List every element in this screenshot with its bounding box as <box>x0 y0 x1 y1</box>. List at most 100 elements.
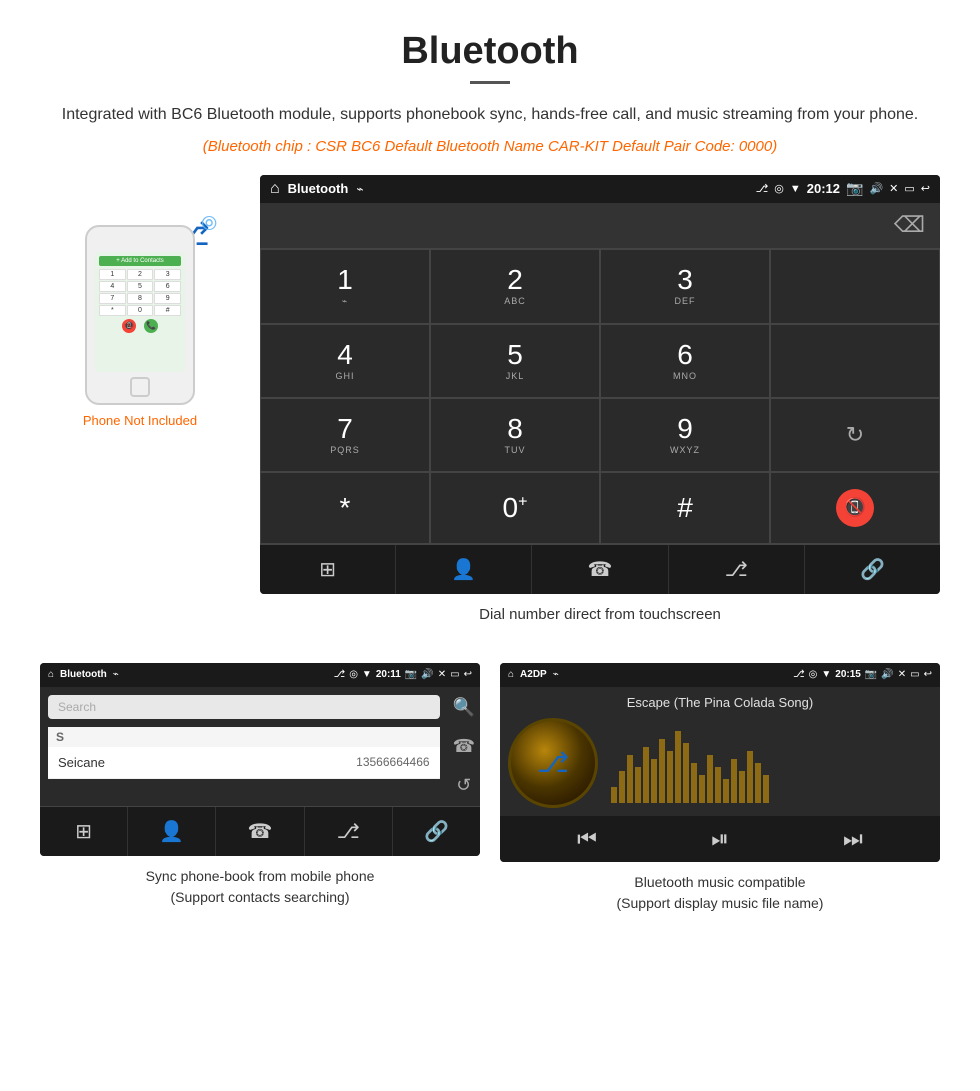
pk-2: 2 <box>127 269 154 280</box>
dial-key-rotate: ↻ <box>770 398 940 472</box>
phone-not-included-label: Phone Not Included <box>40 413 240 428</box>
music-controls: ⏮ ⏯ ⏭ <box>500 816 940 862</box>
phone-screen-header: + Add to Contacts <box>99 256 181 266</box>
dial-letters-6: MNO <box>673 371 697 381</box>
music-cam-icon: 📷 <box>865 669 877 680</box>
music-visualizer <box>606 718 932 808</box>
dial-key-7[interactable]: 7 PQRS <box>260 398 430 472</box>
contacts-nav-link[interactable]: 🔗 <box>393 807 480 856</box>
dial-letters-4: GHI <box>335 371 354 381</box>
contacts-home-icon[interactable]: ⌂ <box>48 669 54 680</box>
viz-bar-3 <box>627 755 633 803</box>
status-left: ⌂ Bluetooth ⌁ <box>270 180 364 198</box>
music-caption: Bluetooth music compatible (Support disp… <box>500 862 940 914</box>
contacts-caption-line1: Sync phone-book from mobile phone <box>146 868 375 884</box>
contact-row[interactable]: Seicane 13566664466 <box>48 747 440 779</box>
music-x-icon: ✕ <box>898 669 906 680</box>
music-usb-icon: ⌁ <box>553 669 559 680</box>
viz-bar-14 <box>715 767 721 803</box>
music-home-icon[interactable]: ⌂ <box>508 669 514 680</box>
dial-num-hash: # <box>677 494 693 522</box>
dial-key-8[interactable]: 8 TUV <box>430 398 600 472</box>
dial-key-3[interactable]: 3 DEF <box>600 249 770 324</box>
next-track-btn[interactable]: ⏭ <box>843 826 863 852</box>
phone-illustration: ⎇ ⦾ + Add to Contacts 1 2 3 4 5 6 7 <box>75 205 205 405</box>
dial-key-9[interactable]: 9 WXYZ <box>600 398 770 472</box>
pk-6: 6 <box>154 281 181 292</box>
contacts-status-left: ⌂ Bluetooth ⌁ <box>48 669 119 680</box>
prev-track-btn[interactable]: ⏮ <box>577 826 597 852</box>
contacts-min-icon: ▭ <box>450 669 459 680</box>
dialpad-grid: 1 ⌁ 2 ABC 3 DEF 4 GHI 5 <box>260 248 940 544</box>
dial-key-5[interactable]: 5 JKL <box>430 324 600 398</box>
pk-0: 0 <box>127 305 154 316</box>
dial-key-0[interactable]: 0+ <box>430 472 600 544</box>
back-icon[interactable]: ↩ <box>921 182 930 195</box>
search-side-icon[interactable]: 🔍 <box>453 697 475 718</box>
backspace-icon[interactable]: ⌫ <box>894 212 925 238</box>
dial-key-hash[interactable]: # <box>600 472 770 544</box>
viz-bar-4 <box>635 767 641 803</box>
viz-bar-7 <box>659 739 665 803</box>
dial-key-1[interactable]: 1 ⌁ <box>260 249 430 324</box>
dialpad-screen: ⌂ Bluetooth ⌁ ⎇ ◎ ▼ 20:12 📷 🔊 ✕ ▭ ↩ <box>260 175 940 643</box>
music-bt-icon: ⎇ <box>793 669 805 680</box>
dial-num-4: 4 <box>337 341 353 369</box>
contacts-signal-icon: ▼ <box>362 669 372 680</box>
music-status-right: ⎇ ◎ ▼ 20:15 📷 🔊 ✕ ▭ ↩ <box>793 669 932 680</box>
contacts-nav-phone[interactable]: ☎ <box>216 807 304 856</box>
minimize-icon: ▭ <box>904 182 914 195</box>
music-time: 20:15 <box>835 669 861 680</box>
dial-key-2[interactable]: 2 ABC <box>430 249 600 324</box>
contacts-nav-bt[interactable]: ⎇ <box>305 807 393 856</box>
dial-letters-7: PQRS <box>330 445 360 455</box>
dial-num-star: * <box>340 494 351 522</box>
contacts-back-icon[interactable]: ↩ <box>464 669 472 680</box>
contacts-main-area: Search S Seicane 13566664466 🔍 ☎ ↺ <box>40 687 480 806</box>
dial-num-9: 9 <box>677 415 693 443</box>
dial-key-4[interactable]: 4 GHI <box>260 324 430 398</box>
usb-icon: ⌁ <box>356 182 363 196</box>
home-icon[interactable]: ⌂ <box>270 180 280 198</box>
music-status-left: ⌂ A2DP ⌁ <box>508 669 559 680</box>
phone-side-icon[interactable]: ☎ <box>453 736 475 757</box>
android-dialpad: ⌂ Bluetooth ⌁ ⎇ ◎ ▼ 20:12 📷 🔊 ✕ ▭ ↩ <box>260 175 940 594</box>
viz-bar-11 <box>691 763 697 803</box>
contacts-status-bar: ⌂ Bluetooth ⌁ ⎇ ◎ ▼ 20:11 📷 🔊 ✕ ▭ ↩ <box>40 663 480 687</box>
music-min-icon: ▭ <box>910 669 919 680</box>
phone-keypad: 1 2 3 4 5 6 7 8 9 * 0 # <box>99 269 181 316</box>
contacts-bt-icon: ⎇ <box>334 669 346 680</box>
music-screen-title: A2DP <box>520 669 547 680</box>
dial-key-star[interactable]: * <box>260 472 430 544</box>
play-pause-btn[interactable]: ⏯ <box>711 826 729 852</box>
dial-key-hangup[interactable]: 📵 <box>770 472 940 544</box>
dial-num-0: 0+ <box>503 494 528 522</box>
contacts-nav-dialpad[interactable]: ⊞ <box>40 807 128 856</box>
contacts-side-icons: 🔍 ☎ ↺ <box>448 687 480 806</box>
music-back-icon[interactable]: ↩ <box>924 669 932 680</box>
nav-dialpad-icon[interactable]: ⊞ <box>260 545 396 594</box>
dial-num-1: 1 <box>337 266 353 294</box>
contacts-bottom-nav: ⊞ 👤 ☎ ⎇ 🔗 <box>40 806 480 856</box>
nav-link-icon[interactable]: 🔗 <box>805 545 940 594</box>
nav-contacts-icon[interactable]: 👤 <box>396 545 532 594</box>
phone-home-area <box>87 377 193 397</box>
nav-phone-icon[interactable]: ☎ <box>532 545 668 594</box>
reload-side-icon[interactable]: ↺ <box>456 775 471 796</box>
contacts-usb-icon: ⌁ <box>113 669 119 680</box>
contacts-nav-user[interactable]: 👤 <box>128 807 216 856</box>
end-call-btn: 📵 <box>122 319 136 333</box>
music-screen-block: ⌂ A2DP ⌁ ⎇ ◎ ▼ 20:15 📷 🔊 ✕ ▭ ↩ <box>500 663 940 914</box>
dial-key-6[interactable]: 6 MNO <box>600 324 770 398</box>
camera-icon: 📷 <box>846 180 863 197</box>
viz-bar-2 <box>619 771 625 803</box>
contact-number: 13566664466 <box>356 755 429 769</box>
contacts-android-screen: ⌂ Bluetooth ⌁ ⎇ ◎ ▼ 20:11 📷 🔊 ✕ ▭ ↩ <box>40 663 480 856</box>
contacts-screen-block: ⌂ Bluetooth ⌁ ⎇ ◎ ▼ 20:11 📷 🔊 ✕ ▭ ↩ <box>40 663 480 914</box>
phone-section: ⎇ ⦾ + Add to Contacts 1 2 3 4 5 6 7 <box>40 175 240 428</box>
viz-bar-18 <box>747 751 753 803</box>
viz-bar-12 <box>699 775 705 803</box>
nav-bt-icon[interactable]: ⎇ <box>669 545 805 594</box>
viz-bar-8 <box>667 751 673 803</box>
music-caption-line2: (Support display music file name) <box>617 895 824 911</box>
